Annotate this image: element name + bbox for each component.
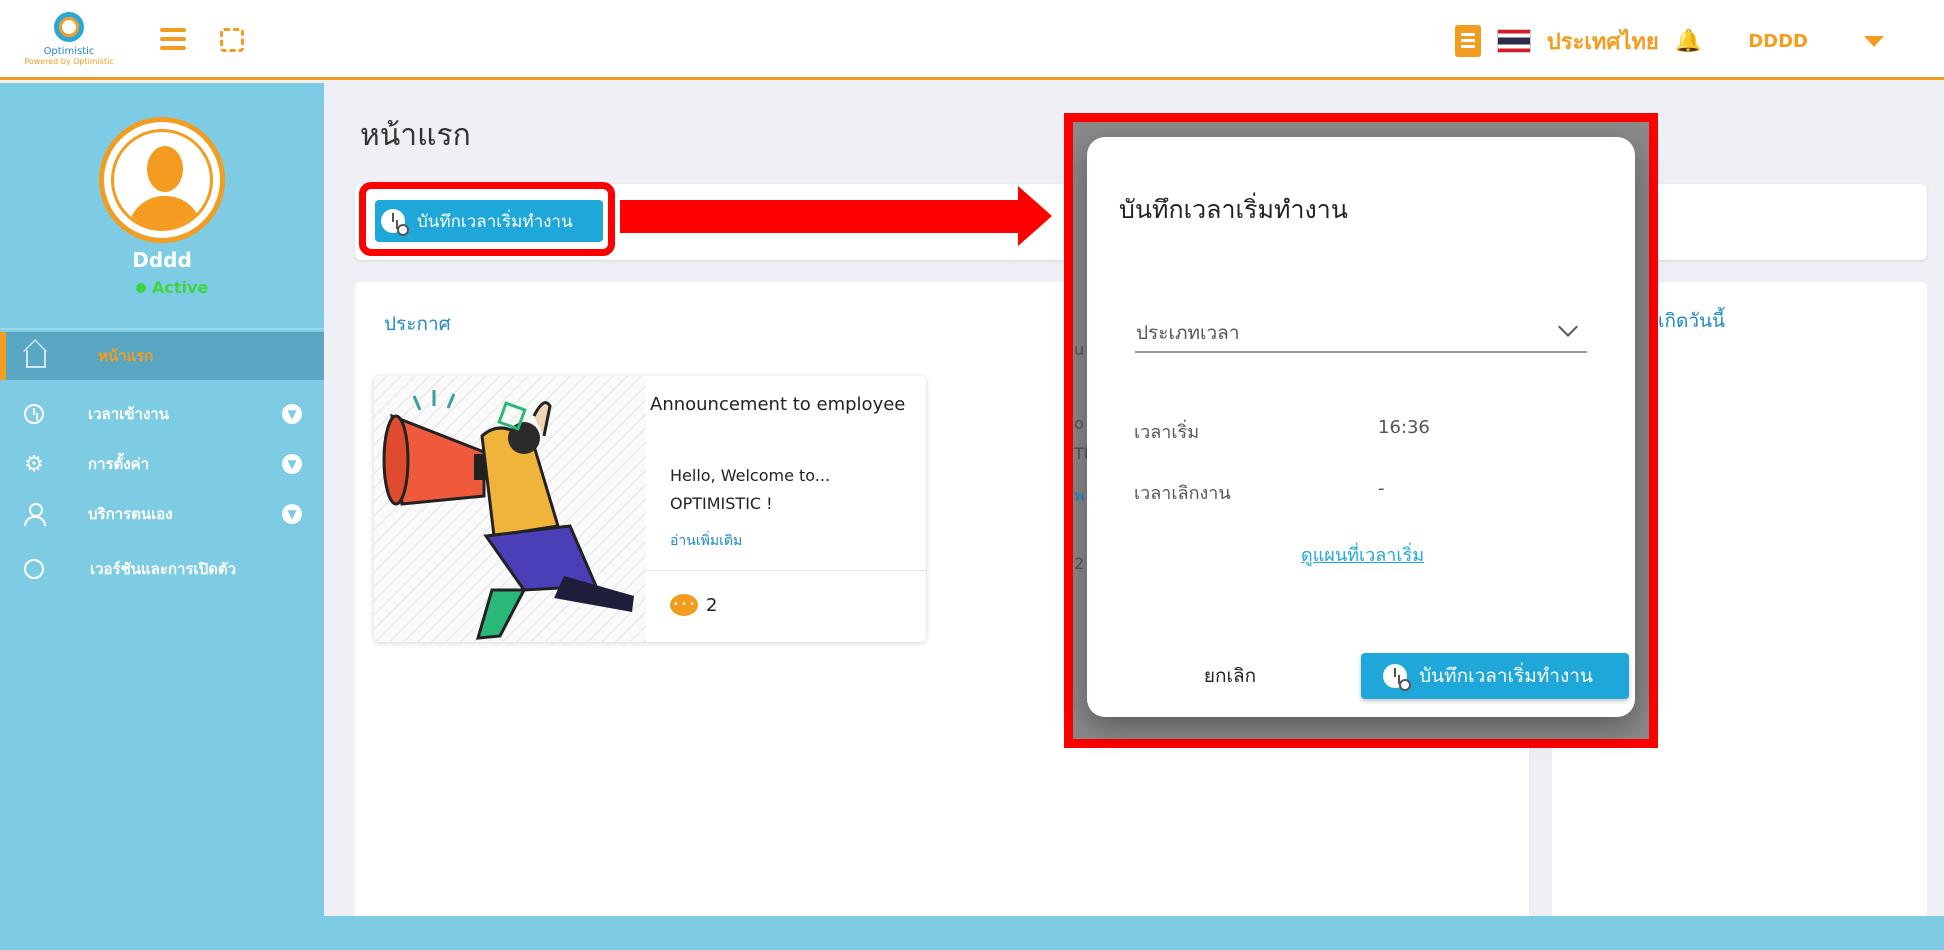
bell-icon[interactable]: 🔔 bbox=[1675, 29, 1702, 54]
birthday-title: เกิดวันนี้ bbox=[1658, 310, 1725, 332]
user-silhouette-icon bbox=[111, 129, 213, 231]
app-logo[interactable]: Optimistic Powered by Optimistic bbox=[14, 8, 124, 76]
dialog-title: บันทึกเวลาเริ่มทำงาน bbox=[1119, 195, 1348, 224]
start-time-value: 16:36 bbox=[1378, 417, 1430, 438]
post-body-line: Hello, Welcome to... bbox=[670, 466, 831, 485]
chevron-down-icon[interactable]: ▼ bbox=[282, 454, 302, 474]
announcement-post[interactable]: Announcement to employee Hello, Welcome … bbox=[374, 376, 926, 642]
megaphone-illustration bbox=[374, 376, 646, 642]
background-text-fragment: o bbox=[1074, 414, 1084, 433]
footer-bar bbox=[0, 916, 1944, 950]
select-underline bbox=[1135, 351, 1587, 353]
gear-icon: ⚙ bbox=[24, 451, 44, 477]
sidebar-item-label: บริการตนเอง bbox=[88, 505, 173, 523]
sidebar-item-version[interactable]: เวอร์ชันและการเปิดตัว bbox=[0, 545, 324, 593]
highlight-box bbox=[359, 182, 615, 256]
sidebar-item-self-service[interactable]: บริการตนเอง ▼ bbox=[0, 490, 324, 538]
post-divider bbox=[646, 570, 926, 571]
sidebar-item-label: เวลาเข้างาน bbox=[88, 405, 169, 423]
clock-icon bbox=[22, 402, 46, 426]
avatar bbox=[99, 117, 225, 243]
end-time-label: เวลาเลิกงาน bbox=[1134, 483, 1231, 504]
logo-name: Optimistic bbox=[43, 46, 95, 57]
post-title[interactable]: Announcement to employee bbox=[650, 394, 905, 415]
start-time-label: เวลาเริ่ม bbox=[1134, 422, 1200, 443]
sidebar-item-label: เวอร์ชันและการเปิดตัว bbox=[90, 560, 237, 578]
background-text-fragment: 2 bbox=[1074, 554, 1085, 573]
announcement-title: ประกาศ bbox=[384, 313, 451, 335]
thai-flag-icon[interactable] bbox=[1496, 29, 1531, 53]
user-menu[interactable]: DDDD bbox=[1748, 31, 1808, 52]
sidebar-item-label: การตั้งค่า bbox=[88, 455, 150, 473]
confirm-button-label: บันทึกเวลาเริ่มทำงาน bbox=[1419, 665, 1593, 687]
page-title: หน้าแรก bbox=[360, 118, 471, 153]
language-selector[interactable]: ประเทศไทย bbox=[1547, 24, 1659, 59]
megaphone-person-icon bbox=[382, 390, 634, 640]
home-icon bbox=[24, 344, 48, 368]
logo-tagline: Powered by Optimistic bbox=[24, 57, 114, 66]
logo-ring-icon bbox=[54, 12, 84, 42]
comment-bubble-icon: • • • bbox=[670, 594, 698, 616]
status-badge: Active bbox=[136, 278, 208, 297]
header-actions: ประเทศไทย 🔔 DDDD bbox=[1454, 24, 1884, 59]
clock-check-icon bbox=[1383, 664, 1411, 691]
menu-toggle-icon[interactable] bbox=[160, 28, 186, 50]
comment-count-value: 2 bbox=[706, 594, 718, 616]
person-icon bbox=[22, 502, 46, 526]
chevron-down-icon[interactable]: ▼ bbox=[282, 404, 302, 424]
top-bar: Optimistic Powered by Optimistic ประเทศไ… bbox=[0, 0, 1944, 80]
sidebar-item-settings[interactable]: ⚙ การตั้งค่า ▼ bbox=[0, 440, 324, 488]
post-body: Hello, Welcome to... OPTIMISTIC ! bbox=[670, 462, 910, 518]
annotation-arrow bbox=[620, 200, 1020, 233]
arrow-right-icon bbox=[1018, 186, 1052, 246]
version-icon bbox=[22, 557, 46, 581]
background-text-fragment: พ bbox=[1074, 486, 1085, 505]
sidebar-divider bbox=[0, 328, 324, 330]
profile-name: Dddd bbox=[132, 248, 192, 272]
sidebar-item-home[interactable]: หน้าแรก bbox=[0, 332, 324, 380]
time-type-select[interactable]: ประเภทเวลา bbox=[1136, 318, 1240, 348]
view-map-link[interactable]: ดูแผนที่เวลาเริ่ม bbox=[1301, 540, 1424, 569]
read-more-link[interactable]: อ่านเพิ่มเติม bbox=[670, 530, 742, 552]
post-body-line: OPTIMISTIC ! bbox=[670, 494, 773, 513]
sidebar-item-attendance[interactable]: เวลาเข้างาน ▼ bbox=[0, 390, 324, 438]
comment-count[interactable]: • • • 2 bbox=[670, 594, 717, 616]
status-dot-icon bbox=[136, 282, 146, 293]
clipboard-icon[interactable] bbox=[1454, 25, 1481, 57]
cancel-button[interactable]: ยกเลิก bbox=[1180, 656, 1280, 696]
caret-down-icon[interactable] bbox=[1864, 35, 1884, 47]
end-time-value: - bbox=[1378, 478, 1385, 499]
status-text: Active bbox=[152, 278, 209, 297]
confirm-start-work-button[interactable]: บันทึกเวลาเริ่มทำงาน bbox=[1361, 653, 1629, 699]
fullscreen-icon[interactable] bbox=[220, 28, 244, 52]
sidebar-item-label: หน้าแรก bbox=[98, 347, 154, 365]
chevron-down-icon[interactable]: ▼ bbox=[282, 504, 302, 524]
sidebar: Dddd Active หน้าแรก เวลาเข้างาน ▼ ⚙ การต… bbox=[0, 83, 324, 950]
background-text-fragment: u bbox=[1074, 340, 1085, 359]
